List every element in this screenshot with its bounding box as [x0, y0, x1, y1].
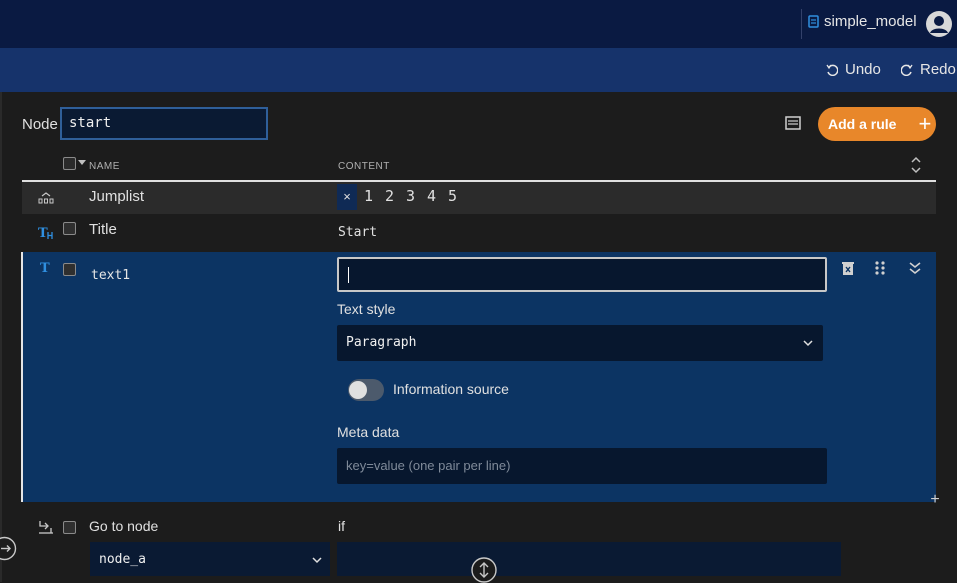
- scroll-toggle-icon[interactable]: [471, 557, 497, 583]
- redo-icon: [901, 64, 913, 76]
- rule-name-text[interactable]: text1: [91, 268, 130, 283]
- svg-text:T: T: [38, 226, 48, 241]
- title-icon: T: [38, 226, 53, 241]
- svg-text:T: T: [40, 261, 50, 276]
- column-header-name: NAME: [89, 161, 120, 172]
- information-source-label: Information source: [393, 381, 509, 397]
- node-name-input[interactable]: start: [60, 107, 268, 140]
- drag-handle-icon[interactable]: [872, 260, 888, 276]
- goto-icon: [39, 521, 53, 534]
- title-value: Start: [338, 225, 378, 240]
- text-content-input[interactable]: [337, 257, 827, 292]
- jumplist-item[interactable]: 4: [427, 187, 436, 205]
- chevron-down-icon: [312, 557, 322, 564]
- text-style-value: Paragraph: [346, 335, 417, 350]
- meta-data-textarea[interactable]: key=value (one pair per line): [337, 448, 827, 484]
- jumplist-item[interactable]: 3: [406, 187, 415, 205]
- target-node-select[interactable]: node_a: [90, 542, 330, 576]
- text-style-select[interactable]: Paragraph: [337, 325, 823, 361]
- rule-checkbox-goto[interactable]: [63, 521, 76, 534]
- add-rule-label: Add a rule: [828, 116, 897, 132]
- text-style-label: Text style: [337, 301, 396, 317]
- delete-rule-icon[interactable]: [840, 260, 856, 276]
- jumplist-item[interactable]: 1: [364, 187, 373, 205]
- toolbar: Undo Redo: [0, 48, 957, 92]
- node-label: Node: [22, 116, 58, 133]
- toggle-knob: [349, 381, 367, 399]
- rule-row-title[interactable]: [22, 214, 936, 252]
- condition-label: if: [338, 518, 345, 534]
- rule-checkbox-text[interactable]: [63, 263, 76, 276]
- column-header-content: CONTENT: [338, 161, 390, 172]
- jumplist-icon: [38, 192, 54, 204]
- topbar-divider: [801, 9, 802, 39]
- rule-label-goto: Go to node: [89, 518, 159, 534]
- undo-button[interactable]: Undo: [826, 61, 881, 78]
- panel-edge: [0, 92, 2, 582]
- plus-icon: +: [918, 111, 932, 136]
- rule-checkbox-title[interactable]: [63, 222, 76, 235]
- text-cursor: [348, 267, 349, 283]
- rule-label-title: Title: [89, 221, 117, 238]
- undo-icon: [826, 64, 838, 76]
- condition-input[interactable]: [337, 542, 841, 576]
- information-source-toggle[interactable]: [348, 379, 384, 401]
- collapse-icon[interactable]: [907, 260, 923, 276]
- login-arrow-icon[interactable]: [0, 536, 17, 561]
- insert-rule-plus-icon[interactable]: +: [928, 492, 942, 508]
- select-all-checkbox[interactable]: [63, 157, 76, 170]
- redo-button[interactable]: Redo: [901, 61, 956, 78]
- expand-collapse-all-icon[interactable]: [909, 156, 923, 174]
- jumplist-clear-button[interactable]: ×: [337, 184, 357, 210]
- add-rule-button[interactable]: Add a rule +: [818, 107, 936, 141]
- jumplist-item[interactable]: 5: [448, 187, 457, 205]
- jumplist-item[interactable]: 2: [385, 187, 394, 205]
- model-name: simple_model: [824, 13, 917, 30]
- model-selector[interactable]: simple_model: [808, 13, 917, 30]
- top-bar: simple_model: [0, 0, 957, 48]
- meta-data-label: Meta data: [337, 424, 400, 440]
- layout-toggle-icon[interactable]: [784, 114, 802, 132]
- text-icon: T: [40, 261, 50, 276]
- target-node-value: node_a: [99, 552, 146, 567]
- redo-label: Redo: [920, 61, 956, 78]
- rule-label-jumplist: Jumplist: [89, 188, 145, 205]
- rule-row-jumplist[interactable]: [22, 182, 936, 214]
- user-avatar-icon[interactable]: [925, 10, 953, 38]
- undo-label: Undo: [845, 61, 881, 78]
- select-menu-caret-icon[interactable]: [78, 160, 86, 165]
- file-icon: [808, 15, 819, 28]
- chevron-down-icon: [803, 340, 813, 347]
